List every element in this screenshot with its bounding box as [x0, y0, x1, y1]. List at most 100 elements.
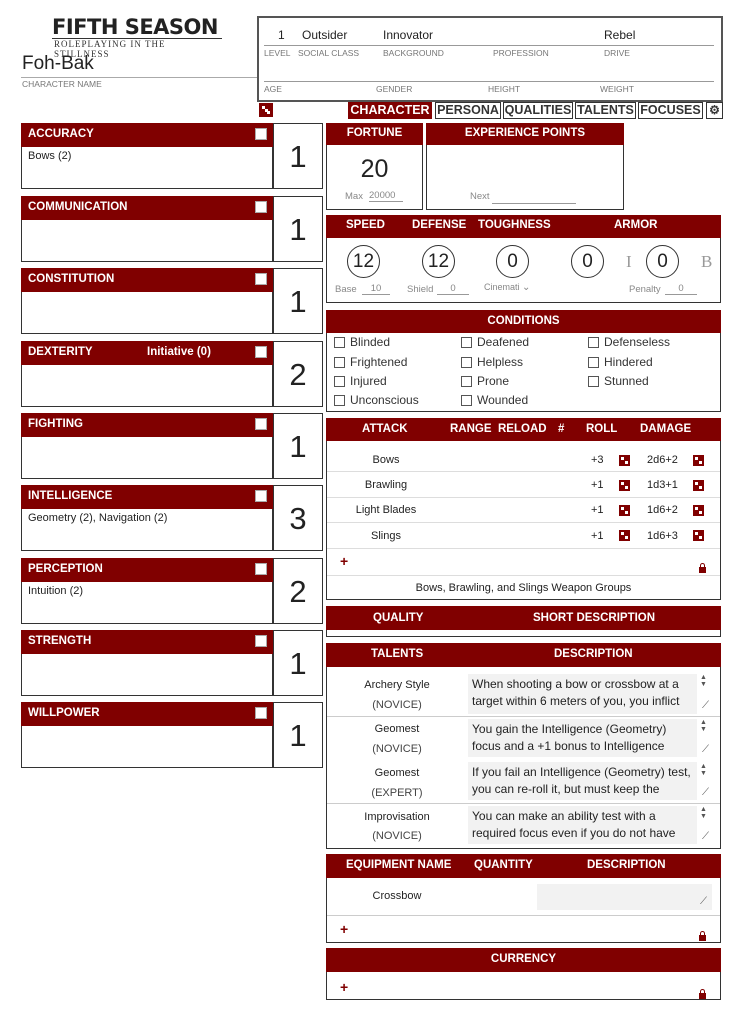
- ability-name: INTELLIGENCE: [28, 490, 113, 502]
- condition-unconscious[interactable]: Unconscious: [334, 393, 419, 407]
- condition-injured[interactable]: Injured: [334, 374, 387, 388]
- condition-blinded[interactable]: Blinded: [334, 335, 390, 349]
- ability-focuses: Intuition (2): [21, 582, 273, 624]
- toughness-value[interactable]: 0: [496, 245, 529, 278]
- speed-base-value[interactable]: 10: [362, 283, 390, 295]
- attacks-divider: [327, 575, 720, 576]
- cinematic-select[interactable]: Cinemati ⌄: [484, 282, 546, 293]
- ability-checkbox[interactable]: [255, 201, 267, 213]
- ability-value[interactable]: 1: [273, 196, 323, 262]
- ability-focuses: [21, 365, 273, 407]
- tab-persona[interactable]: PERSONA: [435, 102, 501, 119]
- penalty-value[interactable]: 0: [665, 283, 697, 295]
- background-value[interactable]: Innovator: [383, 28, 433, 42]
- resize-handle-icon[interactable]: ⟋: [700, 897, 710, 907]
- drive-value[interactable]: Rebel: [604, 28, 635, 42]
- shield-value[interactable]: 0: [437, 283, 469, 295]
- ability-value[interactable]: 1: [273, 123, 323, 189]
- spinner-icon[interactable]: ▲ ▼: [700, 719, 710, 733]
- age-label: AGE: [264, 84, 282, 94]
- fortune-max-value[interactable]: 20000: [369, 190, 403, 202]
- resize-handle-icon[interactable]: ⟋: [702, 701, 712, 711]
- resize-handle-icon[interactable]: ⟋: [702, 745, 712, 755]
- damage-dice-icon[interactable]: [693, 478, 704, 496]
- ability-value[interactable]: 2: [273, 341, 323, 407]
- tab-character[interactable]: CHARACTER: [348, 102, 432, 119]
- ability-checkbox[interactable]: [255, 128, 267, 140]
- armor-b-value[interactable]: 0: [646, 245, 679, 278]
- condition-frightened[interactable]: Frightened: [334, 355, 407, 369]
- resize-handle-icon[interactable]: ⟋: [702, 788, 712, 798]
- talent-description[interactable]: When shooting a bow or crossbow at a tar…: [468, 674, 697, 714]
- spinner-icon[interactable]: ▲ ▼: [700, 806, 710, 820]
- ability-name: WILLPOWER: [28, 707, 100, 719]
- roll-dice-icon[interactable]: [619, 528, 630, 546]
- armor-i-value[interactable]: 0: [571, 245, 604, 278]
- equipment-description[interactable]: [537, 884, 712, 910]
- condition-helpless[interactable]: Helpless: [461, 355, 523, 369]
- equipment-lock-icon[interactable]: [699, 927, 706, 945]
- damage-dice-icon[interactable]: [693, 528, 704, 546]
- ability-perception: PERCEPTION Intuition (2) 2: [21, 558, 323, 624]
- spinner-icon[interactable]: ▲ ▼: [700, 763, 710, 777]
- add-currency-button[interactable]: +: [340, 979, 348, 995]
- condition-label: Injured: [350, 374, 387, 388]
- condition-hindered[interactable]: Hindered: [588, 355, 653, 369]
- condition-wounded[interactable]: Wounded: [461, 393, 528, 407]
- ability-value[interactable]: 1: [273, 268, 323, 334]
- ability-name: DEXTERITY: [28, 346, 93, 358]
- condition-prone[interactable]: Prone: [461, 374, 509, 388]
- fortune-value[interactable]: 20: [326, 155, 423, 184]
- info-divider-2: [264, 81, 714, 82]
- ability-checkbox[interactable]: [255, 707, 267, 719]
- add-equipment-button[interactable]: +: [340, 921, 348, 937]
- ability-value[interactable]: 1: [273, 413, 323, 479]
- spinner-icon[interactable]: ▲ ▼: [700, 674, 710, 688]
- defense-value[interactable]: 12: [422, 245, 455, 278]
- talent-name: Geomest: [374, 767, 420, 779]
- ability-name: PERCEPTION: [28, 563, 103, 575]
- ability-value[interactable]: 1: [273, 702, 323, 768]
- damage-dice-icon[interactable]: [693, 503, 704, 521]
- ability-value[interactable]: 2: [273, 558, 323, 624]
- roll-dice-icon[interactable]: [619, 453, 630, 471]
- ability-checkbox[interactable]: [255, 563, 267, 575]
- weight-label: WEIGHT: [600, 84, 634, 94]
- talent-description[interactable]: You can make an ability test with a requ…: [468, 806, 697, 844]
- roll-dice-icon[interactable]: [619, 478, 630, 496]
- tab-talents[interactable]: TALENTS: [575, 102, 636, 119]
- roll-dice-icon[interactable]: [619, 503, 630, 521]
- damage-dice-icon[interactable]: [693, 453, 704, 471]
- ability-value[interactable]: 3: [273, 485, 323, 551]
- condition-stunned[interactable]: Stunned: [588, 374, 649, 388]
- social-class-value[interactable]: Outsider: [302, 28, 347, 42]
- ability-checkbox[interactable]: [255, 346, 267, 358]
- add-attack-button[interactable]: +: [340, 553, 348, 569]
- attack-damage: 2d6+2: [647, 454, 678, 466]
- resize-handle-icon[interactable]: ⟋: [702, 832, 712, 842]
- num-col-header: #: [558, 423, 565, 435]
- armor-label: ARMOR: [614, 219, 658, 231]
- tab-qualities[interactable]: QUALITIES: [503, 102, 573, 119]
- currency-lock-icon[interactable]: [699, 985, 706, 1003]
- tab-focuses[interactable]: FOCUSES: [638, 102, 703, 119]
- xp-header: EXPERIENCE POINTS: [426, 123, 624, 145]
- condition-defenseless[interactable]: Defenseless: [588, 335, 670, 349]
- talent-description[interactable]: If you fail an Intelligence (Geometry) t…: [468, 762, 697, 800]
- level-label: LEVEL: [264, 48, 291, 58]
- xp-next-field[interactable]: [492, 203, 576, 204]
- character-name[interactable]: Foh-Bak: [22, 53, 94, 75]
- ability-focuses: [21, 654, 273, 696]
- level-value[interactable]: 1: [278, 28, 285, 42]
- talent-description[interactable]: You gain the Intelligence (Geometry) foc…: [468, 719, 697, 757]
- attack-col-header: ATTACK: [362, 423, 408, 435]
- speed-value[interactable]: 12: [347, 245, 380, 278]
- ability-checkbox[interactable]: [255, 635, 267, 647]
- condition-deafened[interactable]: Deafened: [461, 335, 529, 349]
- ability-checkbox[interactable]: [255, 273, 267, 285]
- dice-roll-icon[interactable]: [259, 103, 273, 117]
- settings-gear-icon[interactable]: ⚙: [706, 102, 723, 119]
- ability-checkbox[interactable]: [255, 418, 267, 430]
- ability-checkbox[interactable]: [255, 490, 267, 502]
- ability-value[interactable]: 1: [273, 630, 323, 696]
